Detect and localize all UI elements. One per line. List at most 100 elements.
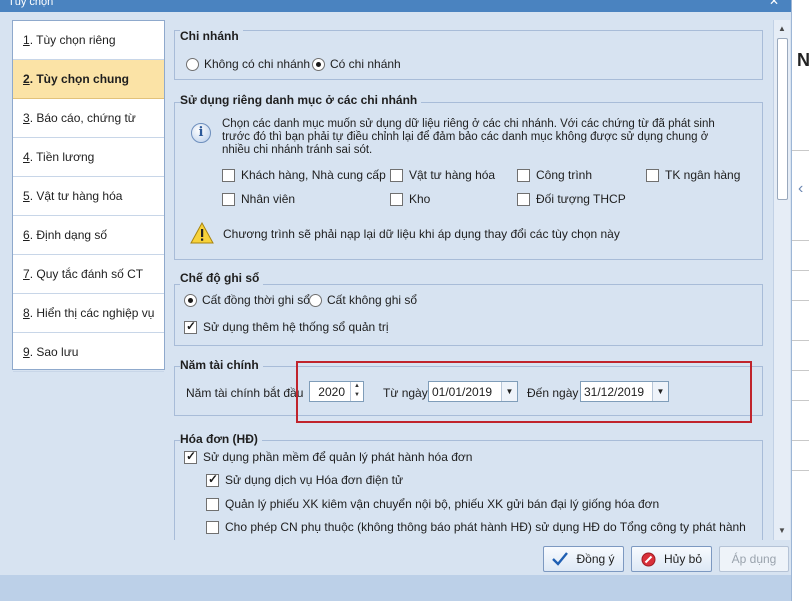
nav-item-number: 2 xyxy=(23,72,30,86)
catalog-checkbox-row[interactable]: Công trình xyxy=(517,168,592,182)
checkbox[interactable] xyxy=(517,168,530,182)
nav-item-label: . Tiền lương xyxy=(29,150,95,164)
catalog-checkbox-row[interactable]: Kho xyxy=(390,192,430,206)
checkbox-label: Cho phép CN phụ thuộc (không thông báo p… xyxy=(225,520,746,534)
branch-group xyxy=(174,30,763,80)
checkbox[interactable] xyxy=(390,168,403,182)
checkbox-label: Kho xyxy=(409,192,431,206)
invoice-checkbox-row[interactable]: Cho phép CN phụ thuộc (không thông báo p… xyxy=(206,520,746,534)
checkbox[interactable] xyxy=(646,168,659,182)
catalog-checkbox-row[interactable]: Vật tư hàng hóa xyxy=(390,168,495,182)
checkbox-label: Công trình xyxy=(536,168,593,182)
nav-item-label: . Báo cáo, chứng từ xyxy=(29,111,136,125)
nav-item-number: 3 xyxy=(23,111,30,125)
catalog-group-title: Sử dụng riêng danh mục ở các chi nhánh xyxy=(180,93,422,107)
nav-item-1[interactable]: 1. Tùy chọn riêng xyxy=(13,21,164,60)
background-app: N ‹ xyxy=(791,0,809,601)
checkbox-label: Đối tượng THCP xyxy=(536,192,626,206)
checkbox[interactable] xyxy=(517,192,530,206)
chevron-icon: ‹ xyxy=(798,180,804,197)
checkbox[interactable] xyxy=(206,472,219,487)
scroll-up-icon[interactable]: ▲ xyxy=(774,22,790,36)
background-divider xyxy=(792,440,809,441)
nav-item-label: . Vật tư hàng hóa xyxy=(29,189,123,203)
checkmark-icon xyxy=(552,552,569,566)
invoice-checkbox-row[interactable]: Sử dụng dịch vụ Hóa đơn điện tử xyxy=(206,472,404,487)
options-content: Chi nhánh Không có chi nhánh Có chi nhán… xyxy=(172,20,791,540)
nav-item-6[interactable]: 6. Định dạng số xyxy=(13,216,164,255)
checkbox-label: TK ngân hàng xyxy=(665,168,741,182)
apply-button[interactable]: Áp dụng xyxy=(719,546,789,572)
nav-item-number: 4 xyxy=(23,150,30,164)
nav-item-8[interactable]: 8. Hiển thị các nghiệp vụ xyxy=(13,294,164,333)
background-divider xyxy=(792,150,809,151)
background-divider xyxy=(792,340,809,341)
nav-item-label: . Quy tắc đánh số CT xyxy=(29,267,144,281)
background-divider xyxy=(792,270,809,271)
nav-item-number: 6 xyxy=(23,228,30,242)
checkbox[interactable] xyxy=(206,497,219,511)
nav-item-7[interactable]: 7. Quy tắc đánh số CT xyxy=(13,255,164,294)
nav-item-label: . Hiển thị các nghiệp vụ xyxy=(29,306,155,320)
nav-item-5[interactable]: 5. Vật tư hàng hóa xyxy=(13,177,164,216)
nav-item-label: . Định dạng số xyxy=(29,228,108,242)
background-divider xyxy=(792,400,809,401)
checkbox-label: Vật tư hàng hóa xyxy=(409,168,496,182)
checkbox-mgmt-books[interactable] xyxy=(184,319,197,334)
nav-item-2[interactable]: 2. Tùy chọn chung xyxy=(13,60,164,99)
nav-item-label: . Tùy chọn chung xyxy=(29,72,130,86)
info-icon: i xyxy=(191,123,211,143)
invoice-group-title: Hóa đơn (HĐ) xyxy=(180,432,262,446)
checkbox-label: Sử dụng dịch vụ Hóa đơn điện tử xyxy=(225,473,404,487)
scroll-down-icon[interactable]: ▼ xyxy=(774,524,790,538)
checkbox-label: Khách hàng, Nhà cung cấp xyxy=(241,168,386,182)
background-app-letter: N xyxy=(797,50,809,70)
ledger-option-both[interactable]: Cất đồng thời ghi sổ xyxy=(184,293,310,307)
cancel-icon xyxy=(641,552,656,567)
nav-item-4[interactable]: 4. Tiền lương xyxy=(13,138,164,177)
checkbox[interactable] xyxy=(206,520,219,534)
content-scrollbar[interactable]: ▲ ▼ xyxy=(773,20,790,540)
nav-item-number: 9 xyxy=(23,345,30,359)
close-icon[interactable]: ✕ xyxy=(769,0,779,8)
fiscal-start-label: Năm tài chính bắt đầu xyxy=(186,386,304,400)
checkbox-label: Quản lý phiếu XK kiêm vận chuyển nội bộ,… xyxy=(225,497,660,511)
invoice-checkbox-row[interactable]: Quản lý phiếu XK kiêm vận chuyển nội bộ,… xyxy=(206,497,659,511)
ok-button[interactable]: Đồng ý xyxy=(543,546,624,572)
checkbox[interactable] xyxy=(222,168,235,182)
catalog-checkbox-row[interactable]: Đối tượng THCP xyxy=(517,192,626,206)
ledger-mgmt-checkbox[interactable]: Sử dụng thêm hệ thống sổ quản trị xyxy=(184,319,389,334)
checkbox[interactable] xyxy=(390,192,403,206)
background-divider xyxy=(792,300,809,301)
checkbox-label: Sử dụng phần mềm để quản lý phát hành hó… xyxy=(203,450,473,464)
nav-item-9[interactable]: 9. Sao lưu xyxy=(13,333,164,372)
radio-ledger-no[interactable] xyxy=(309,293,322,307)
warning-icon xyxy=(190,222,214,244)
catalog-checkbox-row[interactable]: TK ngân hàng xyxy=(646,168,740,182)
nav-item-number: 1 xyxy=(23,33,30,47)
cancel-button[interactable]: Hủy bỏ xyxy=(631,546,712,572)
nav-item-3[interactable]: 3. Báo cáo, chứng từ xyxy=(13,99,164,138)
ledger-option-no[interactable]: Cất không ghi sổ xyxy=(309,293,417,307)
annotation-highlight-box xyxy=(296,361,752,423)
catalog-checkbox-row[interactable]: Nhân viên xyxy=(222,192,295,206)
ledger-group-title: Chế độ ghi sổ xyxy=(180,271,264,285)
checkbox[interactable] xyxy=(184,449,197,464)
branch-group-title: Chi nhánh xyxy=(180,29,243,43)
branch-option-none[interactable]: Không có chi nhánh xyxy=(186,57,310,71)
window-titlebar: Tùy chọn ✕ xyxy=(0,0,791,12)
radio-branch-has[interactable] xyxy=(312,57,325,71)
options-nav: 1. Tùy chọn riêng 2. Tùy chọn chung 3. Báo… xyxy=(12,20,165,372)
radio-branch-none[interactable] xyxy=(186,57,199,71)
nav-item-number: 8 xyxy=(23,306,30,320)
window-bottom-strip xyxy=(0,575,791,601)
branch-option-has[interactable]: Có chi nhánh xyxy=(312,57,401,71)
background-divider xyxy=(792,370,809,371)
catalog-checkbox-row[interactable]: Khách hàng, Nhà cung cấp xyxy=(222,168,386,182)
nav-item-label: . Sao lưu xyxy=(29,345,79,359)
nav-item-label: . Tùy chọn riêng xyxy=(29,33,116,47)
checkbox[interactable] xyxy=(222,192,235,206)
invoice-checkbox-row[interactable]: Sử dụng phần mềm để quản lý phát hành hó… xyxy=(184,449,473,464)
scroll-thumb[interactable] xyxy=(777,38,788,200)
radio-ledger-both[interactable] xyxy=(184,293,197,307)
